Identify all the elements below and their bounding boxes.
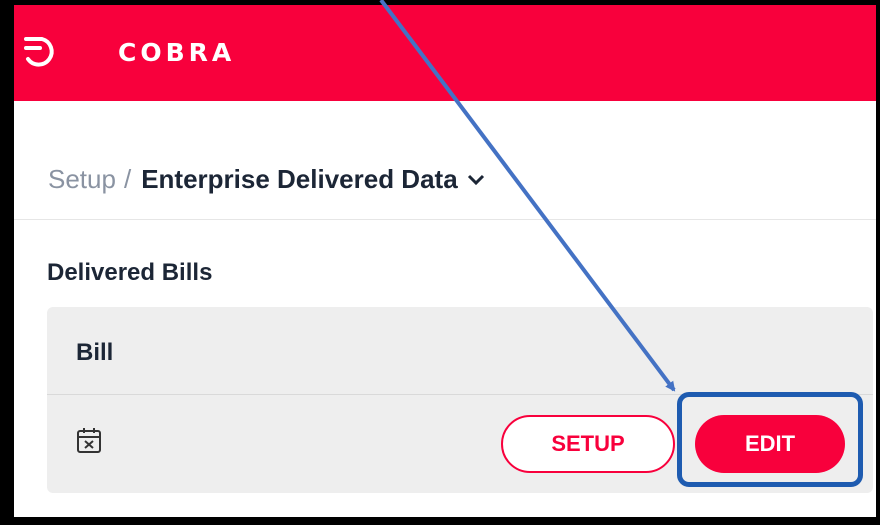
annotation-arrow bbox=[379, 0, 676, 392]
